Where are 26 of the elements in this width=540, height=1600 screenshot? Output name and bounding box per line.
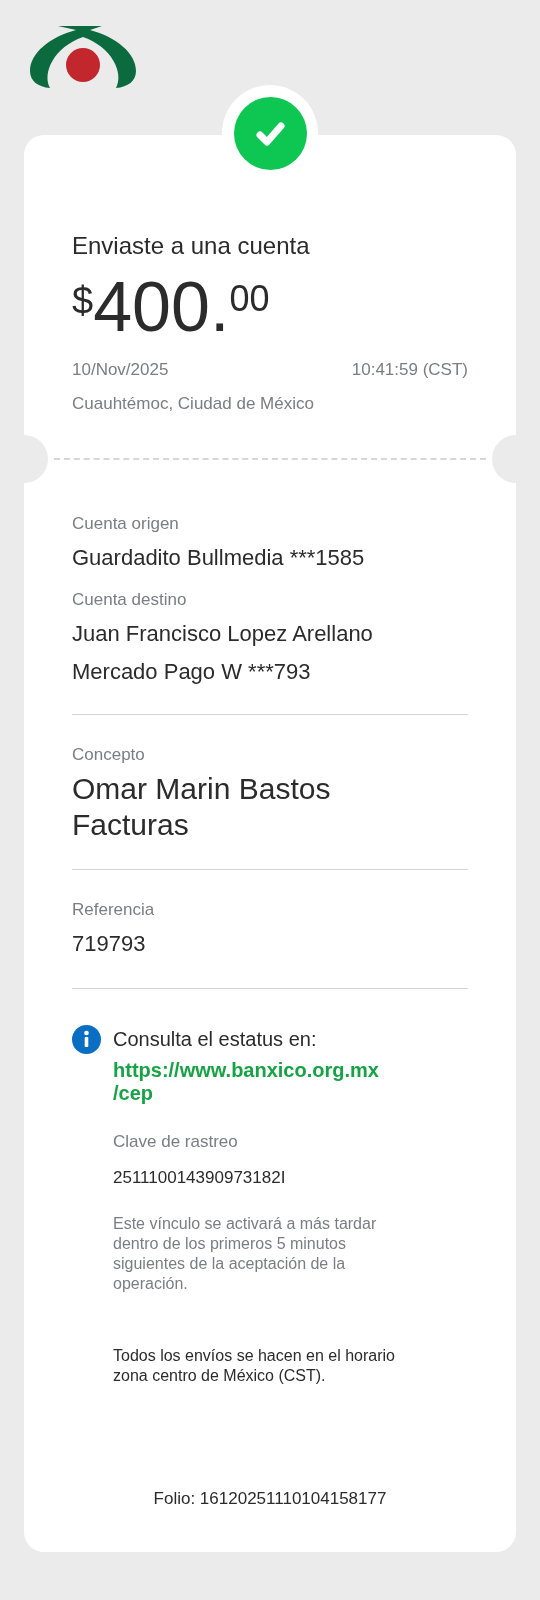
transfer-location: Cuauhtémoc, Ciudad de México: [72, 392, 315, 415]
amount-decimals: 00: [229, 279, 270, 319]
tracking-key: 251110014390973182I: [113, 1164, 413, 1190]
field-label: Concepto: [72, 744, 146, 766]
field-value: Guardadito Bullmedia ***1585: [72, 544, 366, 572]
logo-icon: [28, 25, 138, 89]
field-value: 719793: [72, 930, 147, 958]
field-value: Mercado Pago W ***793: [72, 658, 312, 686]
field-label: Cuenta destino: [72, 589, 188, 611]
currency-symbol: $: [72, 281, 94, 321]
folio-number: Folio: 16120251110104158177: [152, 1488, 388, 1510]
field-label: Referencia: [72, 899, 156, 921]
info-icon: [72, 1025, 101, 1054]
activation-note: Este vínculo se activará a más tardar dentro de los primeros 5 minutos siguientes de la aceptación de la operación.: [113, 1214, 378, 1294]
checkmark-icon: [233, 96, 307, 170]
field-value: Juan Francisco Lopez Arellano: [72, 620, 374, 648]
status-text: Consulta el estatus en:: [113, 1027, 318, 1052]
transfer-title: Enviaste a una cuenta: [72, 231, 311, 261]
transfer-date: 10/Nov/2025: [72, 359, 169, 381]
transfer-time: 10:41:59 (CST): [351, 359, 468, 381]
tracking-label: Clave de rastreo: [113, 1131, 239, 1153]
status-link[interactable]: https://www.banxico.org.mx /cep: [113, 1059, 413, 1105]
field-label: Cuenta origen: [72, 513, 180, 535]
amount-integer: 400.: [93, 267, 230, 347]
timezone-note: Todos los envíos se hacen en el horario zona centro de México (CST).: [113, 1346, 396, 1386]
field-value: Omar Marin Bastos Facturas: [72, 771, 332, 843]
